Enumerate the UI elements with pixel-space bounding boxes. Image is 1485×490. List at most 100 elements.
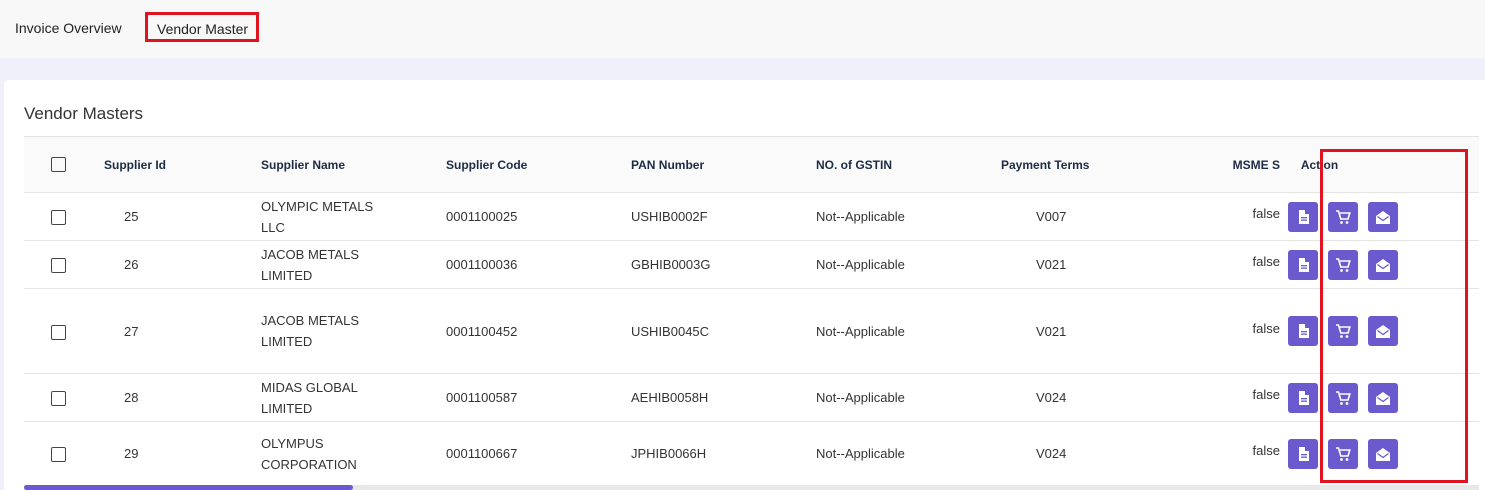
send-mail-button[interactable]: [1368, 201, 1398, 232]
cell-msme: false: [1211, 192, 1280, 241]
horizontal-scrollbar[interactable]: [24, 485, 1479, 490]
cell-actions: [1280, 373, 1479, 422]
cell-supplier-id: 29: [86, 421, 261, 486]
row-checkbox[interactable]: [51, 391, 66, 407]
cart-icon: [1336, 257, 1351, 272]
document-icon: [1299, 390, 1309, 405]
cell-supplier-code: 0001100667: [446, 421, 631, 486]
msme-value: false: [1252, 206, 1280, 221]
row-select-cell: [24, 192, 86, 241]
purchase-order-button[interactable]: [1328, 201, 1358, 232]
document-icon: [1299, 446, 1309, 461]
cell-actions: [1280, 421, 1479, 486]
row-select-cell: [24, 421, 86, 486]
supplier-name-line2: LIMITED: [261, 267, 313, 283]
cell-payment-terms: V007: [1001, 192, 1211, 241]
send-mail-button[interactable]: [1368, 382, 1398, 413]
table-row[interactable]: 29 OLYMPUS CORPORATION 0001100667 JPHIB0066H…: [24, 421, 1479, 486]
tab-invoice-overview[interactable]: Invoice Overview: [15, 20, 122, 36]
header-payment-terms[interactable]: Payment Terms: [1001, 136, 1211, 193]
cell-supplier-name: JACOB METALS LIMITED: [261, 240, 446, 289]
header-supplier-id[interactable]: Supplier Id: [86, 136, 261, 193]
table-row[interactable]: 27 JACOB METALS LIMITED 0001100452 USHIB0045…: [24, 288, 1479, 374]
purchase-order-button[interactable]: [1328, 316, 1358, 346]
msme-value: false: [1252, 443, 1280, 458]
supplier-name-line2: LIMITED: [261, 334, 313, 349]
vendor-masters-card: Vendor Masters Supplier Id Supplier Name…: [4, 80, 1485, 490]
cell-gstin: Not--Applicable: [816, 288, 1001, 374]
vendor-table-container[interactable]: Supplier Id Supplier Name Supplier Code …: [24, 136, 1479, 490]
cell-payment-terms: V024: [1001, 373, 1211, 422]
row-checkbox[interactable]: [51, 258, 66, 274]
cell-supplier-name: OLYMPIC METALS LLC: [261, 192, 446, 241]
view-document-button[interactable]: [1288, 382, 1318, 413]
table-header-row: Supplier Id Supplier Name Supplier Code …: [24, 136, 1479, 193]
header-supplier-code[interactable]: Supplier Code: [446, 136, 631, 193]
view-document-button[interactable]: [1288, 316, 1318, 346]
purchase-order-button[interactable]: [1328, 249, 1358, 280]
header-pan-number[interactable]: PAN Number: [631, 136, 816, 193]
send-mail-button[interactable]: [1368, 316, 1398, 346]
card-title: Vendor Masters: [24, 104, 144, 123]
cart-icon: [1336, 324, 1351, 338]
view-document-button[interactable]: [1288, 249, 1318, 280]
cell-actions: [1280, 240, 1479, 289]
cell-msme: false: [1211, 288, 1280, 374]
top-tab-bar: Invoice Overview Vendor Master: [0, 0, 1485, 58]
row-select-cell: [24, 240, 86, 289]
purchase-order-button[interactable]: [1328, 382, 1358, 413]
row-select-cell: [24, 288, 86, 374]
send-mail-button[interactable]: [1368, 438, 1398, 469]
table-row[interactable]: 28 MIDAS GLOBAL LIMITED 0001100587 AEHIB0058…: [24, 373, 1479, 422]
cell-supplier-id: 28: [86, 373, 261, 422]
header-action: Action: [1280, 136, 1479, 193]
cell-gstin: Not--Applicable: [816, 373, 1001, 422]
table-row[interactable]: 25 OLYMPIC METALS LLC 0001100025 USHIB0002F N…: [24, 192, 1479, 241]
msme-value: false: [1252, 320, 1280, 336]
cell-supplier-name: OLYMPUS CORPORATION: [261, 421, 446, 486]
document-icon: [1299, 209, 1309, 224]
supplier-name-line1: JACOB METALS: [261, 246, 360, 262]
vendor-table: Supplier Id Supplier Name Supplier Code …: [24, 136, 1479, 486]
cell-pan-number: JPHIB0066H: [631, 421, 816, 486]
row-checkbox[interactable]: [51, 210, 66, 226]
cell-pan-number: USHIB0002F: [631, 192, 816, 241]
supplier-name-line1: OLYMPUS: [261, 435, 324, 451]
msme-value: false: [1252, 254, 1280, 269]
scrollbar-thumb[interactable]: [24, 485, 353, 490]
header-gstin[interactable]: NO. of GSTIN: [816, 136, 1001, 193]
view-document-button[interactable]: [1288, 201, 1318, 232]
select-all-cell: [24, 136, 86, 193]
row-checkbox[interactable]: [51, 324, 66, 340]
cart-icon: [1336, 446, 1351, 461]
mail-open-icon: [1376, 447, 1390, 461]
supplier-name-line2: CORPORATION: [261, 456, 357, 472]
cell-supplier-code: 0001100036: [446, 240, 631, 289]
header-msme[interactable]: MSME S: [1211, 136, 1280, 193]
supplier-name-line1: OLYMPIC METALS: [261, 198, 374, 214]
mail-open-icon: [1376, 325, 1390, 338]
tab-vendor-master[interactable]: Vendor Master: [145, 12, 259, 42]
cart-icon: [1336, 209, 1351, 224]
cart-icon: [1336, 390, 1351, 405]
row-select-cell: [24, 373, 86, 422]
cell-msme: false: [1211, 421, 1280, 486]
view-document-button[interactable]: [1288, 438, 1318, 469]
purchase-order-button[interactable]: [1328, 438, 1358, 469]
supplier-name-line2: LIMITED: [261, 400, 313, 416]
send-mail-button[interactable]: [1368, 249, 1398, 280]
cell-pan-number: GBHIB0003G: [631, 240, 816, 289]
supplier-name-line2: LLC: [261, 219, 285, 235]
row-checkbox[interactable]: [51, 447, 66, 463]
document-icon: [1299, 324, 1309, 338]
document-icon: [1299, 257, 1309, 272]
cell-supplier-id: 26: [86, 240, 261, 289]
cell-gstin: Not--Applicable: [816, 421, 1001, 486]
cell-actions: [1280, 192, 1479, 241]
select-all-checkbox[interactable]: [51, 157, 66, 173]
cell-supplier-id: 25: [86, 192, 261, 241]
supplier-name-line1: MIDAS GLOBAL: [261, 379, 358, 395]
cell-payment-terms: V024: [1001, 421, 1211, 486]
table-row[interactable]: 26 JACOB METALS LIMITED 0001100036 GBHIB0003…: [24, 240, 1479, 289]
header-supplier-name[interactable]: Supplier Name: [261, 136, 446, 193]
